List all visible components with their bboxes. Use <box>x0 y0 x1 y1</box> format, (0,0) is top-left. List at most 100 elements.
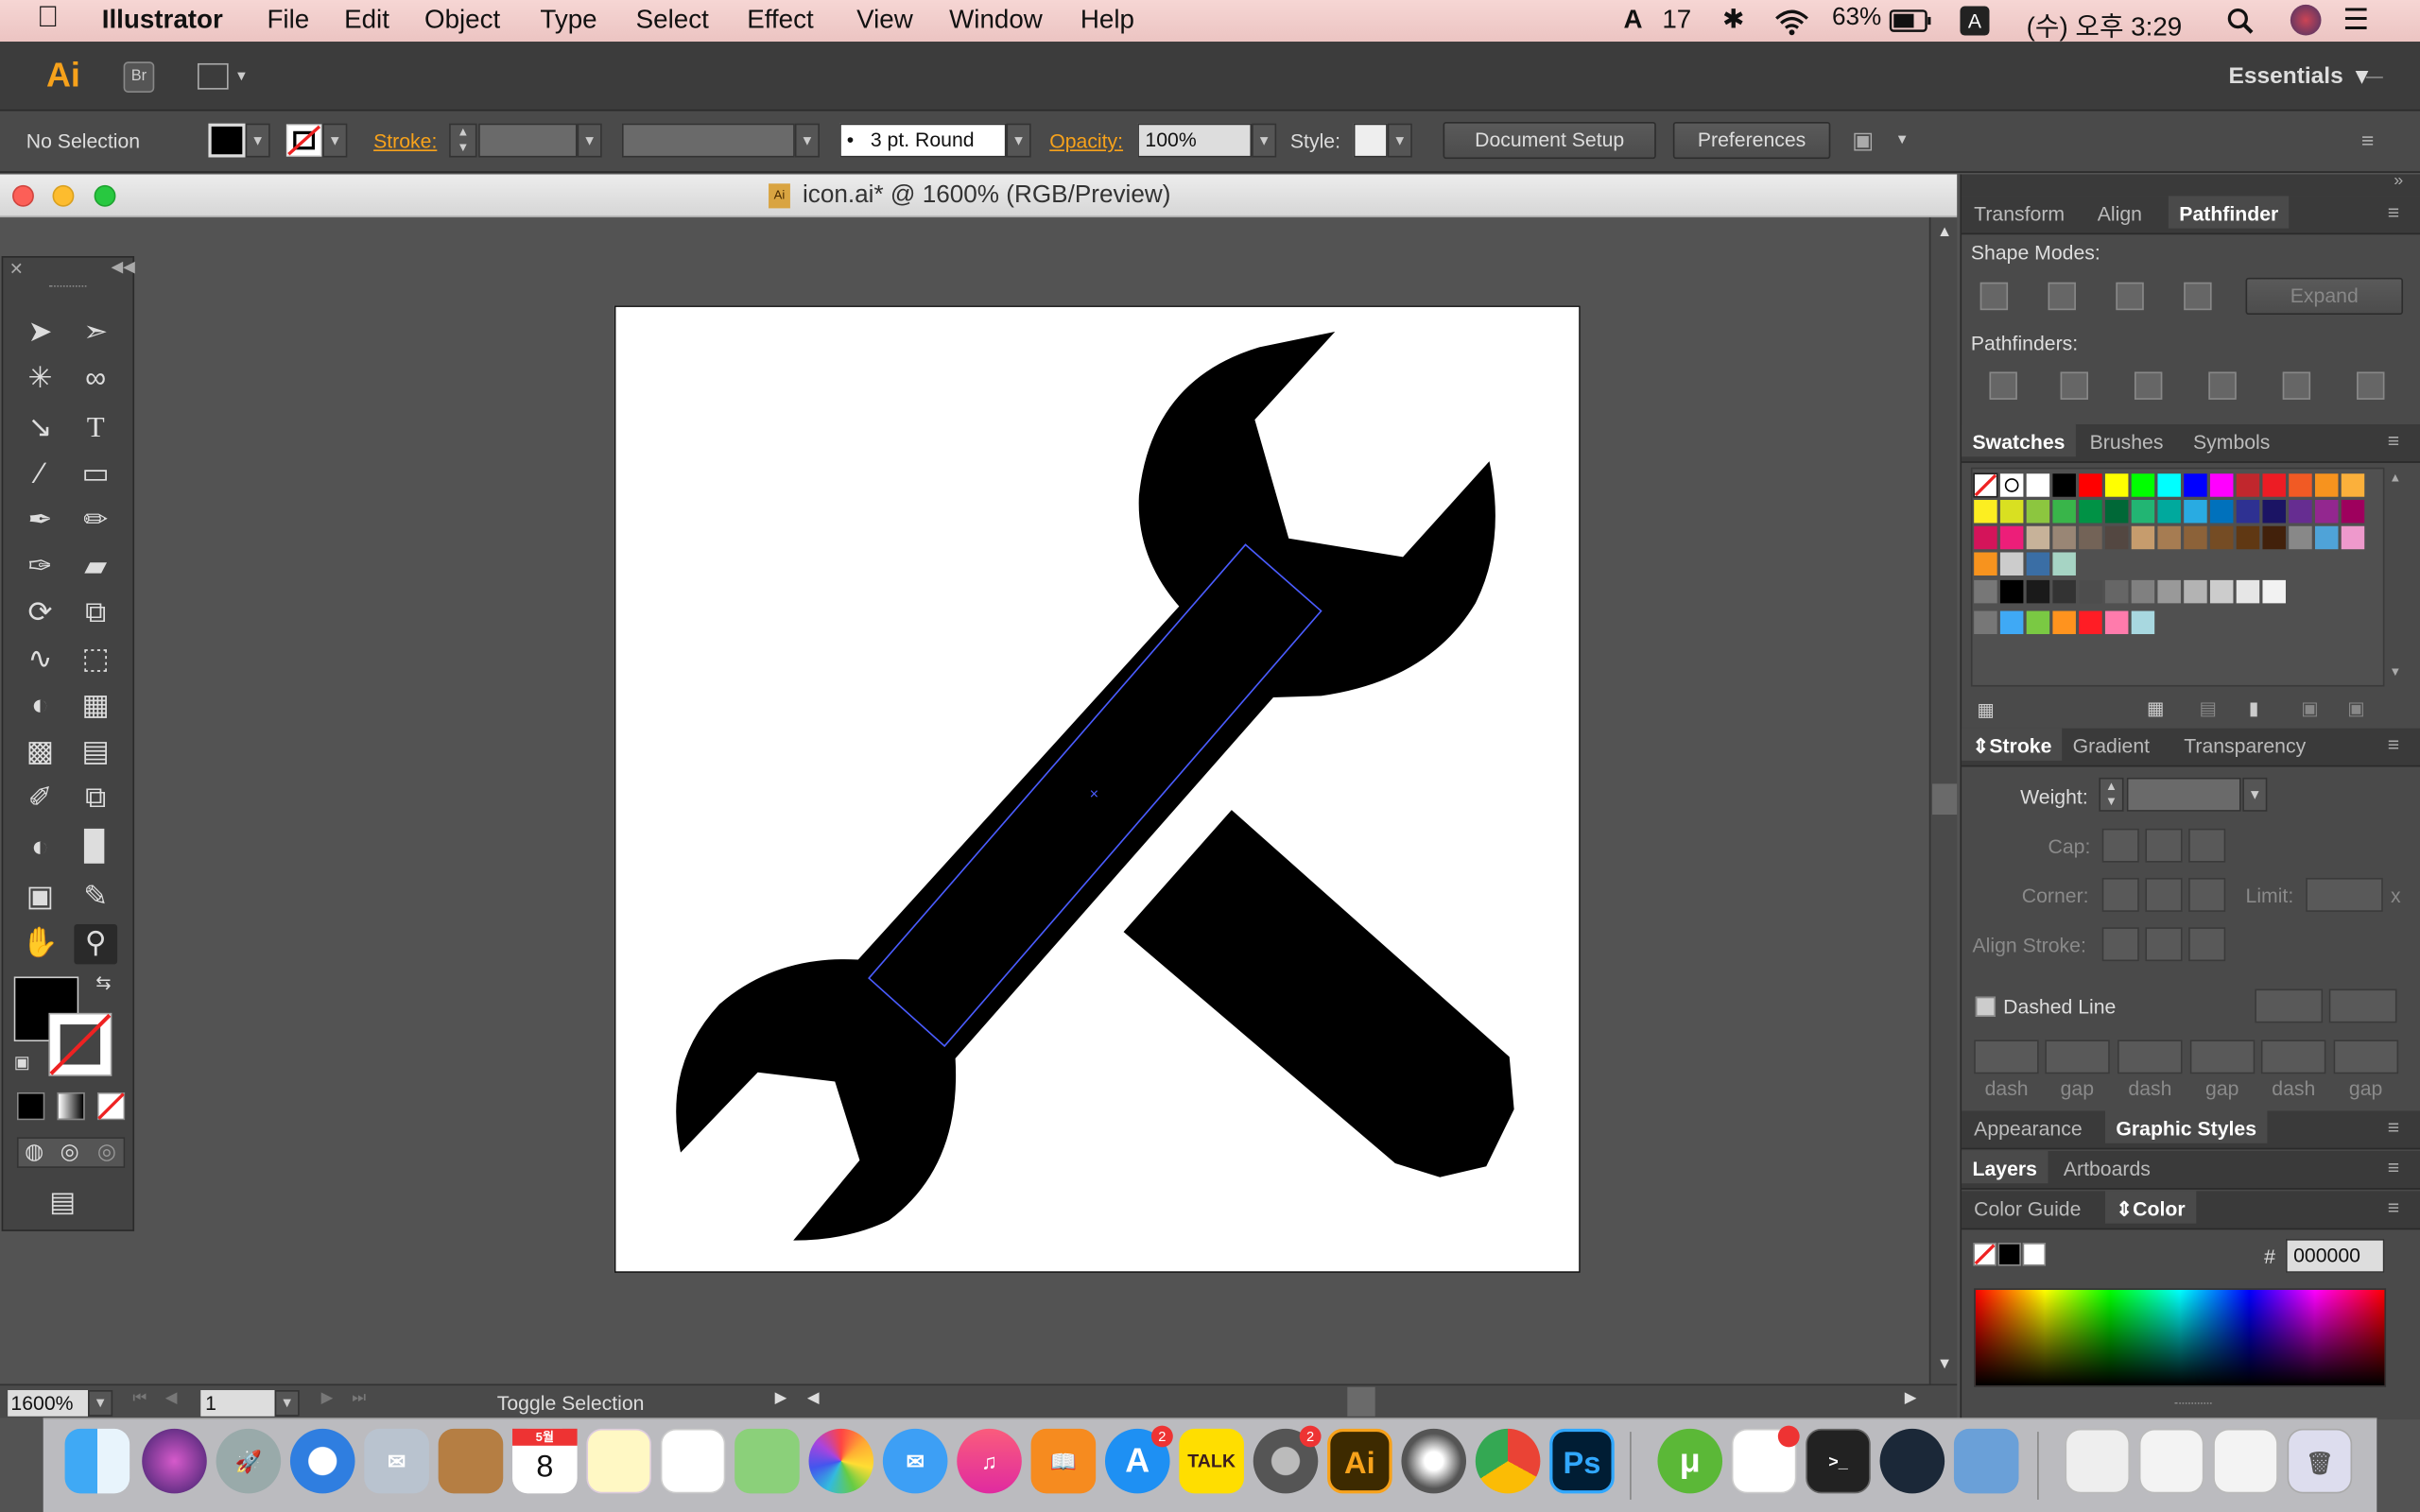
contacts-icon[interactable] <box>438 1428 504 1494</box>
exclude-icon[interactable] <box>2184 282 2212 311</box>
menu-type[interactable]: Type <box>540 5 596 36</box>
dash-field-3[interactable] <box>2260 1040 2326 1074</box>
type-tool-icon[interactable]: T <box>74 409 117 449</box>
selection-tool-icon[interactable]: ➤ <box>19 313 62 352</box>
zoom-window-icon[interactable] <box>94 184 116 207</box>
width-tool-icon[interactable]: ∿ <box>19 641 62 680</box>
tab-transform[interactable]: Transform <box>1974 202 2065 225</box>
app-menu[interactable]: Illustrator <box>102 5 223 36</box>
scroll-right-icon[interactable]: ▶ <box>1905 1390 1917 1407</box>
brush-dropdown-icon[interactable]: ▼ <box>1006 123 1031 158</box>
column-graph-tool-icon[interactable]: ▉ <box>74 829 117 868</box>
vertical-scroll-thumb[interactable] <box>1932 783 1958 816</box>
layers-menu-icon[interactable]: ≡ <box>2388 1156 2399 1178</box>
next-artboard-icon[interactable]: ▶ <box>321 1390 334 1407</box>
menu-file[interactable]: File <box>267 5 309 36</box>
pencil-tool-icon[interactable]: ✏ <box>74 502 117 541</box>
shape-builder-tool-icon[interactable]: ◐ <box>19 687 62 727</box>
document-setup-button[interactable]: Document Setup <box>1443 121 1656 160</box>
menu-effect[interactable]: Effect <box>747 5 813 36</box>
align-center-button[interactable] <box>2101 927 2139 962</box>
draw-normal-icon[interactable]: ◍ <box>25 1139 43 1165</box>
swatches-scrollbar[interactable]: ▲ ▼ <box>2384 467 2407 687</box>
tab-color-guide[interactable]: Color Guide <box>1974 1197 2081 1220</box>
last-artboard-icon[interactable]: ⏭ <box>352 1390 366 1407</box>
blob-brush-tool-icon[interactable]: ✑ <box>19 548 62 588</box>
menu-help[interactable]: Help <box>1080 5 1134 36</box>
gap-field-2[interactable] <box>2189 1040 2256 1074</box>
slice-tool-icon[interactable]: ✎ <box>74 878 117 918</box>
fill-dropdown-icon[interactable]: ▼ <box>245 123 270 158</box>
scale-tool-icon[interactable]: ⧉ <box>74 594 117 634</box>
line-segment-tool-icon[interactable]: ∕ <box>19 455 62 495</box>
menu-window[interactable]: Window <box>949 5 1043 36</box>
opacity-dropdown-icon[interactable]: ▼ <box>1252 123 1277 158</box>
stroke-weight-stepper[interactable]: ▲ ▼ <box>449 123 477 158</box>
delete-swatch-icon[interactable]: ▣ <box>2347 697 2365 719</box>
notes-icon[interactable] <box>586 1428 651 1494</box>
show-kinds-icon[interactable]: ▦ <box>2147 697 2165 719</box>
stroke-color-box[interactable] <box>48 1012 113 1077</box>
scroll-down-icon[interactable]: ▼ <box>1937 1356 1952 1373</box>
crop-icon[interactable] <box>2208 371 2237 400</box>
color-menu-icon[interactable]: ≡ <box>2388 1195 2399 1218</box>
gradient-mode-icon[interactable] <box>57 1091 85 1121</box>
weight-dropdown-icon[interactable]: ▼ <box>2242 777 2268 812</box>
dashed-line-checkbox[interactable] <box>1975 996 1996 1017</box>
calendar-icon[interactable]: 5월 8 <box>512 1428 578 1494</box>
mail-icon[interactable]: ✉ <box>364 1428 429 1494</box>
photoshop-dock-icon[interactable]: Ps <box>1549 1428 1615 1494</box>
panel-collapse-icon[interactable]: » <box>2394 171 2403 190</box>
trash-icon[interactable]: 🗑 <box>2287 1428 2353 1494</box>
expand-button[interactable]: Expand <box>2245 277 2404 316</box>
notification-center-icon[interactable]: ☰ <box>2342 3 2369 39</box>
trim-icon[interactable] <box>2060 371 2088 400</box>
hand-tool-icon[interactable]: ✋ <box>19 924 62 964</box>
limit-field[interactable] <box>2306 877 2383 912</box>
siri-dock-icon[interactable] <box>142 1428 207 1494</box>
kakaotalk-icon[interactable]: TALK <box>1179 1428 1244 1494</box>
battery-icon[interactable] <box>1889 9 1932 32</box>
finder-icon[interactable] <box>64 1428 130 1494</box>
align-inside-button[interactable] <box>2145 927 2183 962</box>
siri-icon[interactable] <box>2290 4 2322 36</box>
stroke-weight-field[interactable] <box>478 123 578 158</box>
chrome-icon[interactable] <box>1475 1428 1541 1494</box>
tab-gradient[interactable]: Gradient <box>2073 734 2150 757</box>
tab-appearance[interactable]: Appearance <box>1974 1117 2082 1140</box>
reminders-icon[interactable] <box>660 1428 726 1494</box>
tab-pathfinder[interactable]: Pathfinder <box>2168 196 2290 229</box>
hex-field[interactable]: 000000 <box>2285 1239 2385 1273</box>
tab-align[interactable]: Align <box>2098 202 2142 225</box>
miter-join-button[interactable] <box>2101 877 2139 912</box>
menu-view[interactable]: View <box>856 5 913 36</box>
new-color-group-icon[interactable]: ▮ <box>2249 697 2259 719</box>
tools-close-icon[interactable]: ✕ <box>9 259 24 280</box>
artboard-number-field[interactable]: 1 <box>200 1390 275 1417</box>
minimize-window-icon[interactable] <box>52 184 75 207</box>
close-window-icon[interactable] <box>12 184 34 207</box>
dash-field-2[interactable] <box>2118 1040 2183 1074</box>
stroke-dropdown-icon[interactable]: ▼ <box>322 123 348 158</box>
swatches-menu-icon[interactable]: ≡ <box>2388 429 2399 452</box>
tab-transparency[interactable]: Transparency <box>2184 734 2306 757</box>
paintbrush-tool-icon[interactable]: ✒ <box>19 502 62 541</box>
bridge-button[interactable]: Br <box>123 61 155 93</box>
variable-width-profile[interactable] <box>621 123 795 158</box>
wifi-icon[interactable] <box>1773 8 1810 36</box>
rectangle-tool-icon[interactable]: ▭ <box>74 455 117 495</box>
scroll-left-icon[interactable]: ◀ <box>807 1390 820 1407</box>
opacity-field[interactable]: 100% <box>1137 123 1253 158</box>
photos-icon[interactable] <box>808 1428 874 1494</box>
magic-wand-tool-icon[interactable]: ✳ <box>19 359 62 399</box>
stroke-weight-dropdown-icon[interactable]: ▼ <box>577 123 602 158</box>
tab-brushes[interactable]: Brushes <box>2090 431 2164 454</box>
divide-icon[interactable] <box>1989 371 2017 400</box>
blend-tool-icon[interactable]: ⧉ <box>74 779 117 818</box>
status-menu-icon[interactable]: ▶ <box>775 1390 787 1407</box>
fill-swatch[interactable] <box>208 123 246 158</box>
artboard-dropdown-icon[interactable]: ▼ <box>274 1390 300 1417</box>
free-transform-tool-icon[interactable]: ⬚ <box>74 641 117 680</box>
isolate-dropdown-icon[interactable]: ▼ <box>1895 131 1910 146</box>
round-cap-button[interactable] <box>2145 828 2183 863</box>
